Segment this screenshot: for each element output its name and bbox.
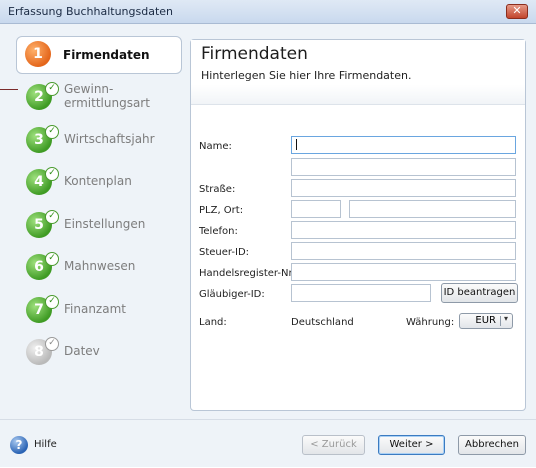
- check-icon: ✓: [45, 82, 59, 96]
- currency-label: Währung:: [406, 317, 455, 328]
- step-label: Firmendaten: [63, 48, 150, 62]
- page-subtitle: Hinterlegen Sie hier Ihre Firmendaten.: [201, 69, 412, 82]
- country-label: Land:: [199, 317, 227, 328]
- step-label: Einstellungen: [64, 217, 146, 231]
- step-firmendaten[interactable]: 1 Firmendaten: [16, 36, 182, 74]
- step-mahnwesen[interactable]: 6 ✓ Mahnwesen: [18, 250, 180, 286]
- check-icon: ✓: [45, 337, 59, 351]
- page-title: Firmendaten: [201, 44, 308, 64]
- cancel-button[interactable]: Abbrechen: [458, 435, 526, 455]
- name2-field[interactable]: [291, 158, 516, 176]
- step-number-badge: 8 ✓: [26, 337, 59, 365]
- step-finanzamt[interactable]: 7 ✓ Finanzamt: [18, 293, 180, 329]
- creditor-id-field[interactable]: [291, 284, 431, 302]
- step-wirtschaftsjahr[interactable]: 3 ✓ Wirtschaftsjahr: [18, 123, 180, 159]
- step-datev[interactable]: 8 ✓ Datev: [18, 335, 180, 371]
- step-gewinnermittlungsart[interactable]: 2 ✓ Gewinn-ermittlungsart: [18, 80, 180, 116]
- title-bar: Erfassung Buchhaltungsdaten ✕: [0, 0, 536, 24]
- step-number-badge: 1: [25, 41, 51, 67]
- footer-bar: ? Hilfe < Zurück Weiter > Abbrechen: [0, 419, 536, 468]
- register-field[interactable]: [291, 263, 516, 281]
- currency-select[interactable]: EUR ▾: [459, 313, 513, 329]
- next-button[interactable]: Weiter >: [378, 435, 445, 455]
- step-number-badge: 6 ✓: [26, 252, 59, 280]
- phone-field[interactable]: [291, 221, 516, 239]
- step-label: Gewinn-ermittlungsart: [64, 82, 150, 110]
- panel-header: Firmendaten Hinterlegen Sie hier Ihre Fi…: [191, 40, 525, 105]
- country-value: Deutschland: [291, 317, 354, 328]
- name-label: Name:: [199, 141, 232, 152]
- check-icon: ✓: [45, 295, 59, 309]
- step-kontenplan[interactable]: 4 ✓ Kontenplan: [18, 165, 180, 201]
- step-number-badge: 5 ✓: [26, 210, 59, 238]
- check-icon: ✓: [45, 252, 59, 266]
- city-field[interactable]: [349, 200, 516, 218]
- creditor-id-label: Gläubiger-ID:: [199, 289, 265, 300]
- close-button[interactable]: ✕: [506, 4, 528, 19]
- tax-id-field[interactable]: [291, 242, 516, 260]
- zip-city-label: PLZ, Ort:: [199, 205, 244, 216]
- name-field[interactable]: [291, 136, 516, 154]
- tax-id-label: Steuer-ID:: [199, 247, 250, 258]
- step-einstellungen[interactable]: 5 ✓ Einstellungen: [18, 208, 180, 244]
- help-icon[interactable]: ?: [10, 436, 28, 454]
- zip-field[interactable]: [291, 200, 341, 218]
- step-number-badge: 3 ✓: [26, 125, 59, 153]
- currency-value: EUR: [475, 315, 496, 326]
- back-button[interactable]: < Zurück: [302, 435, 365, 455]
- check-icon: ✓: [45, 210, 59, 224]
- step-label: Datev: [64, 344, 100, 358]
- chevron-down-icon: ▾: [504, 314, 509, 323]
- check-icon: ✓: [45, 167, 59, 181]
- street-label: Straße:: [199, 184, 236, 195]
- step-marker-line: [0, 89, 18, 90]
- step-label: Kontenplan: [64, 174, 132, 188]
- close-icon: ✕: [512, 4, 522, 17]
- step-label: Wirtschaftsjahr: [64, 132, 155, 146]
- help-label[interactable]: Hilfe: [34, 439, 57, 450]
- step-label: Mahnwesen: [64, 259, 136, 273]
- window-title: Erfassung Buchhaltungsdaten: [8, 5, 174, 18]
- text-caret: [296, 139, 297, 150]
- step-number-badge: 2 ✓: [26, 82, 59, 110]
- street-field[interactable]: [291, 179, 516, 197]
- dialog-body: 1 Firmendaten 2 ✓ Gewinn-ermittlungsart 3…: [0, 24, 536, 467]
- step-number-badge: 4 ✓: [26, 167, 59, 195]
- step-label: Finanzamt: [64, 302, 126, 316]
- step-number-badge: 7 ✓: [26, 295, 59, 323]
- request-id-button[interactable]: ID beantragen: [441, 283, 518, 303]
- check-icon: ✓: [45, 125, 59, 139]
- combo-separator: [500, 316, 501, 326]
- register-label: Handelsregister-Nr.:: [199, 268, 299, 279]
- phone-label: Telefon:: [199, 226, 238, 237]
- form-panel: Firmendaten Hinterlegen Sie hier Ihre Fi…: [190, 39, 526, 411]
